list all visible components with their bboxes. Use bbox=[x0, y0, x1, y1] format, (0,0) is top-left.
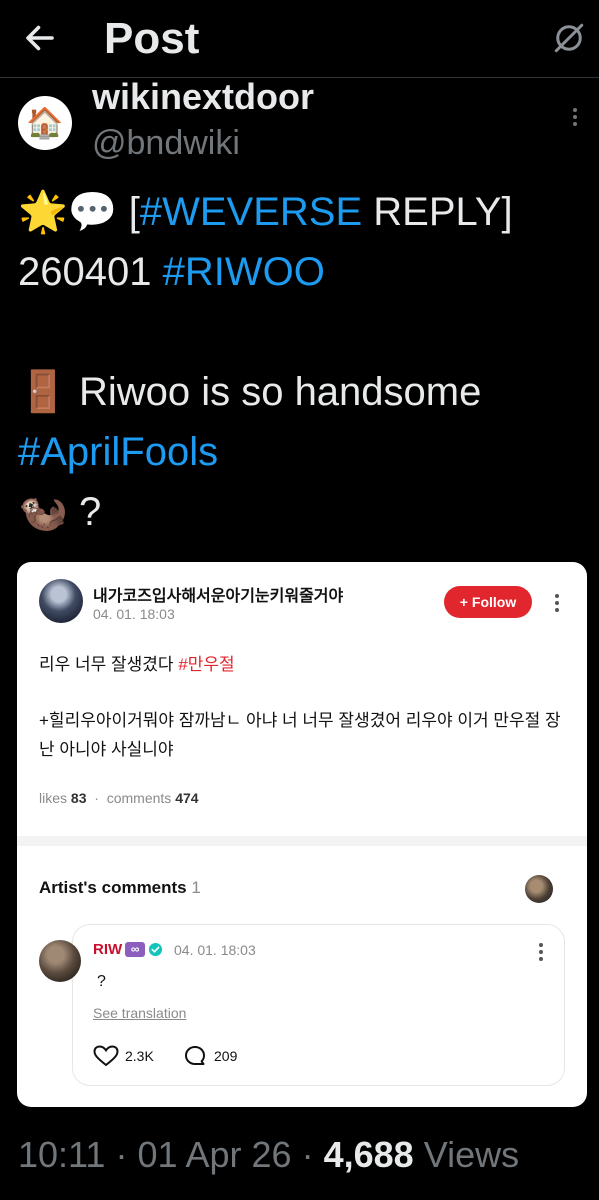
comment-like-count: 2.3K bbox=[125, 1048, 154, 1064]
views-count[interactable]: 4,688 bbox=[324, 1134, 414, 1175]
section-divider bbox=[17, 836, 587, 846]
author-display-name[interactable]: wikinextdoor bbox=[92, 76, 314, 118]
artist-comment: RIW ∞ 04. 01. 18:03 ? See translation 2.… bbox=[72, 924, 565, 1086]
otter-icon: 🦦 bbox=[18, 489, 68, 535]
back-arrow-icon[interactable] bbox=[22, 20, 58, 56]
likes-label: likes bbox=[39, 790, 68, 806]
follow-button[interactable]: + Follow bbox=[444, 586, 532, 618]
bracket-open: [ bbox=[128, 190, 140, 234]
hashtag-aprilfools[interactable]: #AprilFools bbox=[18, 430, 218, 474]
see-translation-link[interactable]: See translation bbox=[93, 1005, 186, 1021]
speech-bubble-icon bbox=[185, 1046, 205, 1065]
hashtag-riwoo[interactable]: #RIWOO bbox=[163, 250, 325, 294]
artist-comments-header: Artist's comments 1 bbox=[39, 878, 201, 898]
likes-count: 83 bbox=[70, 790, 87, 806]
meta-separator: · bbox=[301, 1134, 314, 1175]
comment-date: 04. 01. 18:03 bbox=[174, 942, 256, 958]
comments-label: comments bbox=[106, 790, 172, 806]
comment-reply-count: 209 bbox=[214, 1048, 238, 1064]
artist-comments-count: 1 bbox=[191, 878, 201, 897]
post-tag: #만우절 bbox=[178, 655, 235, 674]
post-time: 10:11 bbox=[18, 1134, 106, 1175]
tweet-line-2: 260401 #RIWOO bbox=[18, 242, 588, 302]
hashtag-weverse[interactable]: #WEVERSE bbox=[140, 190, 362, 234]
top-bar: Post bbox=[0, 0, 599, 78]
poster-name: 내가코즈입사해서운아기눈키워줄거야 bbox=[93, 588, 344, 605]
page-title: Post bbox=[104, 14, 200, 63]
post-date: 01 Apr 26 bbox=[137, 1134, 292, 1175]
more-options-icon[interactable] bbox=[566, 106, 584, 128]
poster-date: 04. 01. 18:03 bbox=[93, 606, 175, 622]
tweet-line-3: 🚪 Riwoo is so handsome bbox=[18, 362, 588, 422]
card-more-icon[interactable] bbox=[553, 592, 561, 614]
tweet-line-1: 🌟💬 [#WEVERSE REPLY] bbox=[18, 182, 588, 242]
house-icon: 🏠 bbox=[26, 105, 64, 141]
tweet-reply-label: REPLY] bbox=[373, 190, 513, 234]
weverse-screenshot-card[interactable]: 내가코즈입사해서운아기눈키워줄거야 04. 01. 18:03 + Follow… bbox=[17, 562, 587, 1107]
artist-mini-avatar bbox=[525, 875, 553, 903]
artist-name-text: RIW bbox=[93, 941, 123, 958]
comment-more-icon[interactable] bbox=[537, 941, 545, 963]
tweet-line-4: #AprilFools bbox=[18, 422, 588, 482]
tweet-text: 🌟💬 [#WEVERSE REPLY] 260401 #RIWOO 🚪 Riwo… bbox=[18, 182, 588, 542]
infinity-badge-icon: ∞ bbox=[125, 942, 146, 957]
comment-text: ? bbox=[97, 973, 106, 990]
meta-separator: · bbox=[115, 1134, 128, 1175]
author-handle[interactable]: @bndwiki bbox=[92, 124, 240, 163]
plus-icon: + bbox=[459, 594, 468, 610]
post-meta: 10:11 · 01 Apr 26 · 4,688 Views bbox=[18, 1134, 519, 1176]
tweet-date-code: 260401 bbox=[18, 250, 152, 294]
follow-label: Follow bbox=[471, 594, 517, 610]
comment-like-button[interactable]: 2.3K bbox=[93, 1045, 154, 1067]
comment-artist-avatar[interactable] bbox=[39, 940, 81, 982]
author-avatar[interactable]: 🏠 bbox=[18, 96, 72, 150]
tweet-line-5: 🦦 ? bbox=[18, 482, 588, 542]
post-stats: likes 83 · comments 474 bbox=[39, 790, 199, 806]
tweet-question: ? bbox=[78, 490, 102, 534]
post-text-extra: +힐리우아이거뭐야 잠까남ㄴ 아냐 너 너무 잘생겼어 리우야 이거 만우절 장… bbox=[39, 711, 561, 759]
heart-icon bbox=[93, 1045, 119, 1067]
comment-reply-button[interactable]: 209 bbox=[184, 1045, 237, 1067]
comment-artist-name[interactable]: RIW ∞ bbox=[93, 941, 163, 958]
artist-comments-label: Artist's comments bbox=[39, 878, 187, 897]
tweet-translation: Riwoo is so handsome bbox=[78, 370, 482, 414]
post-text-body: 리우 너무 잘생겼다 bbox=[39, 655, 174, 674]
poster-avatar bbox=[39, 579, 83, 623]
door-icon: 🚪 bbox=[18, 369, 68, 415]
star-speech-icon: 🌟💬 bbox=[18, 189, 118, 235]
verified-badge-icon bbox=[149, 942, 163, 957]
post-text: 리우 너무 잘생겼다 #만우절 bbox=[39, 650, 235, 675]
comments-count: 474 bbox=[175, 790, 199, 806]
grok-icon[interactable] bbox=[551, 20, 587, 56]
views-label: Views bbox=[423, 1134, 520, 1175]
